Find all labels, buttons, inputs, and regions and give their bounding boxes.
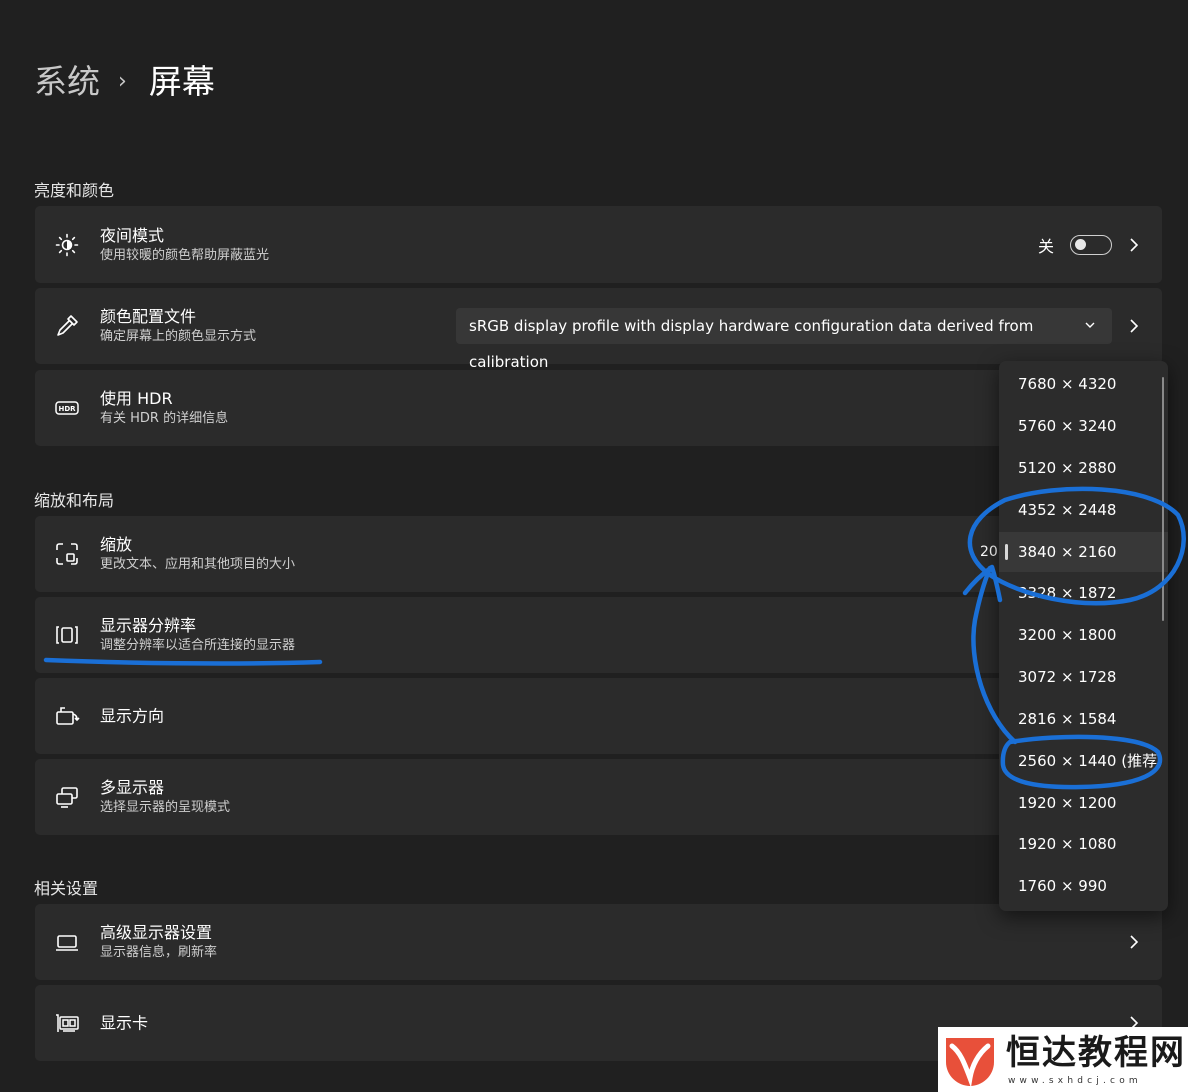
hdr-icon: HDR xyxy=(53,394,81,422)
multiple-displays-icon xyxy=(53,783,81,811)
watermark-name: 恒达教程网 xyxy=(1006,1033,1186,1073)
resolution-option[interactable]: 1920 × 1080 xyxy=(999,824,1168,864)
hdr-subtitle: 有关 HDR 的详细信息 xyxy=(100,411,229,426)
multi-display-subtitle: 选择显示器的呈现模式 xyxy=(100,800,231,815)
resolution-icon xyxy=(53,621,81,649)
color-profile-dropdown[interactable]: sRGB display profile with display hardwa… xyxy=(456,308,1112,371)
breadcrumb-parent[interactable]: 系统 xyxy=(34,60,100,104)
resolution-option[interactable]: 3072 × 1728 xyxy=(999,657,1168,697)
selection-indicator xyxy=(1005,544,1008,560)
watermark: 恒达教程网 www.sxhdcj.com xyxy=(938,1027,1188,1092)
display-resolution-row[interactable]: 显示器分辨率 调整分辨率以适合所连接的显示器 xyxy=(35,597,1162,673)
chevron-right-icon[interactable] xyxy=(1128,934,1140,950)
resolution-option[interactable]: 5760 × 3240 xyxy=(999,406,1168,446)
night-light-subtitle: 使用较暖的颜色帮助屏蔽蓝光 xyxy=(100,247,270,263)
orientation-title: 显示方向 xyxy=(100,706,165,726)
resolution-option[interactable]: 3328 × 1872 xyxy=(999,573,1168,613)
section-heading-scale-layout: 缩放和布局 xyxy=(34,491,115,510)
section-heading-brightness: 亮度和颜色 xyxy=(34,181,115,200)
chevron-right-icon[interactable] xyxy=(1128,237,1140,253)
hdr-row[interactable]: HDR 使用 HDR 有关 HDR 的详细信息 xyxy=(35,370,1162,446)
night-light-row[interactable]: 夜间模式 使用较暖的颜色帮助屏蔽蓝光 关 xyxy=(35,206,1162,283)
display-orientation-row[interactable]: 显示方向 xyxy=(35,678,1162,754)
brightness-icon xyxy=(53,231,81,259)
advanced-display-title: 高级显示器设置 xyxy=(100,923,213,942)
multi-display-title: 多显示器 xyxy=(100,778,165,797)
chevron-right-icon[interactable] xyxy=(1128,318,1140,334)
breadcrumb: 系统 › 屏幕 xyxy=(34,60,215,104)
resolution-option[interactable]: 1920 × 1200 xyxy=(999,783,1168,823)
section-heading-related: 相关设置 xyxy=(34,879,99,898)
scale-title: 缩放 xyxy=(100,535,133,554)
toggle-knob xyxy=(1075,238,1086,250)
color-profile-row[interactable]: 颜色配置文件 确定屏幕上的颜色显示方式 sRGB display profile… xyxy=(35,288,1162,371)
monitor-icon xyxy=(53,928,81,956)
brand-logo-icon xyxy=(946,1038,994,1088)
color-profile-title: 颜色配置文件 xyxy=(100,307,197,326)
multiple-displays-row[interactable]: 多显示器 选择显示器的呈现模式 xyxy=(35,759,1162,835)
resolution-title: 显示器分辨率 xyxy=(100,616,197,635)
scrollbar[interactable] xyxy=(1162,377,1164,621)
night-light-toggle[interactable] xyxy=(1070,234,1112,255)
resolution-option[interactable]: 7680 × 4320 xyxy=(999,364,1168,404)
color-profile-subtitle: 确定屏幕上的颜色显示方式 xyxy=(100,329,257,344)
resolution-option[interactable]: 2816 × 1584 xyxy=(999,699,1168,739)
breadcrumb-separator: › xyxy=(118,69,127,94)
scale-icon xyxy=(53,540,81,568)
advanced-display-subtitle: 显示器信息，刷新率 xyxy=(100,945,218,960)
night-light-title: 夜间模式 xyxy=(100,225,165,245)
resolution-option[interactable]: 5120 × 2880 xyxy=(999,448,1168,488)
resolution-option[interactable]: 3200 × 1800 xyxy=(999,615,1168,655)
color-picker-icon xyxy=(53,312,81,340)
hdr-title: 使用 HDR xyxy=(100,389,173,408)
color-profile-value: sRGB display profile with display hardwa… xyxy=(469,317,1034,371)
resolution-option[interactable]: 1760 × 990 xyxy=(999,866,1168,906)
resolution-option-label: 3840 × 2160 xyxy=(1018,543,1117,561)
scale-subtitle: 更改文本、应用和其他项目的大小 xyxy=(100,557,296,572)
graphics-card-icon xyxy=(53,1009,81,1037)
chevron-down-icon xyxy=(1085,322,1095,328)
night-light-state-label: 关 xyxy=(1037,236,1054,256)
resolution-dropdown-list[interactable]: 7680 × 4320 5760 × 3240 5120 × 2880 4352… xyxy=(999,361,1168,911)
watermark-url: www.sxhdcj.com xyxy=(1008,1076,1142,1086)
page-title: 屏幕 xyxy=(148,62,215,101)
graphics-title: 显示卡 xyxy=(100,1013,149,1033)
svg-text:HDR: HDR xyxy=(58,405,76,413)
resolution-option-selected[interactable]: 3840 × 2160 xyxy=(999,532,1168,572)
rotate-screen-icon xyxy=(53,702,81,730)
resolution-subtitle: 调整分辨率以适合所连接的显示器 xyxy=(100,638,296,653)
resolution-option[interactable]: 4352 × 2448 xyxy=(999,490,1168,530)
advanced-display-row[interactable]: 高级显示器设置 显示器信息，刷新率 xyxy=(35,904,1162,980)
resolution-option-recommended[interactable]: 2560 × 1440 (推荐) xyxy=(999,741,1168,781)
